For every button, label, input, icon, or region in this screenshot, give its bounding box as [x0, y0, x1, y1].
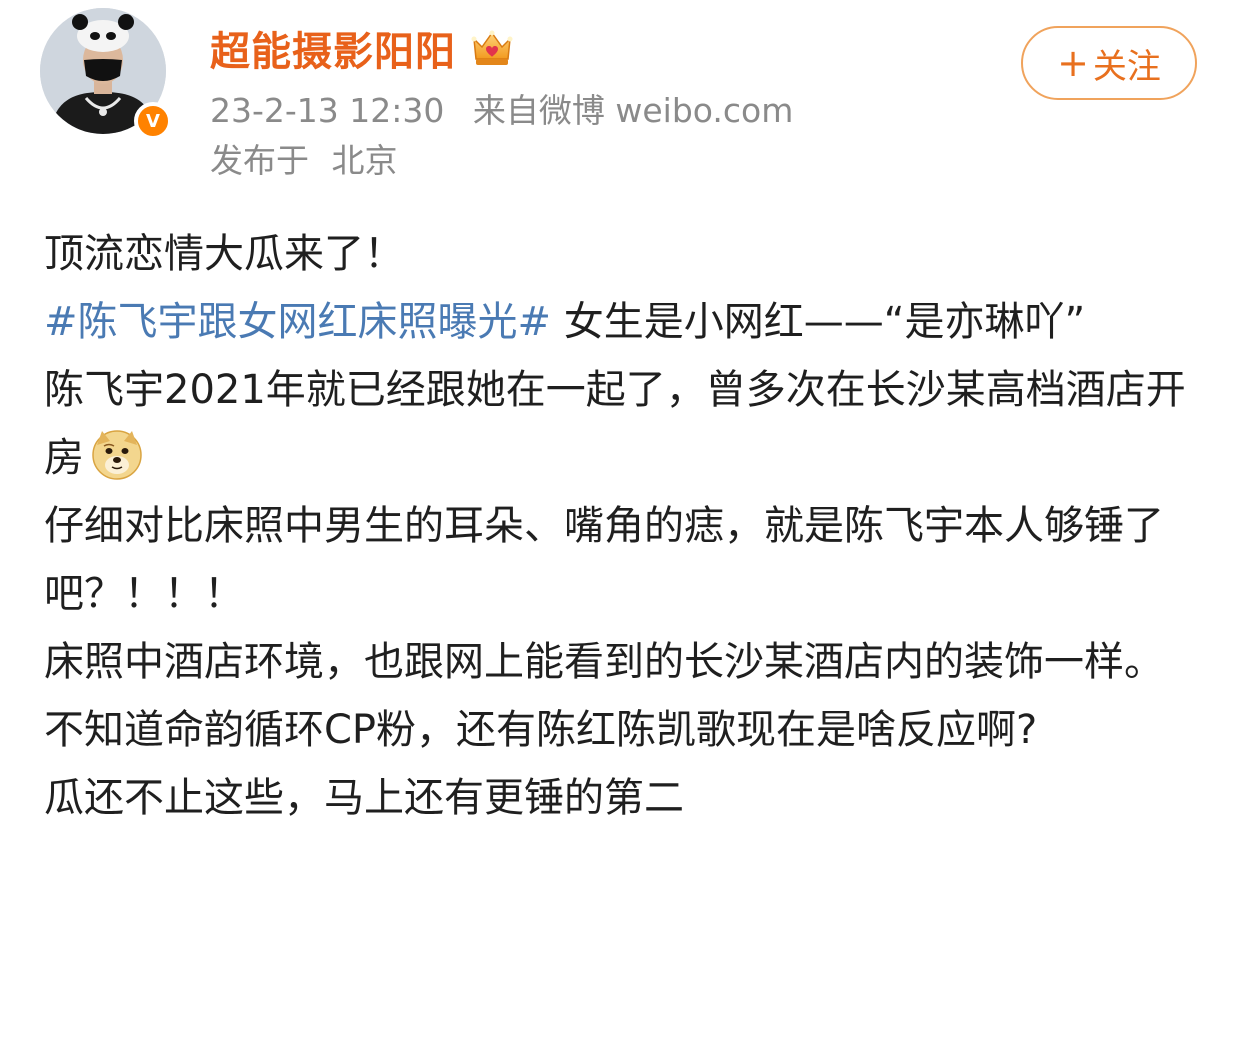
post-meta: 23-2-13 12:30 来自微博 weibo.com	[210, 88, 793, 134]
content-line: 顶流恋情大瓜来了！	[44, 220, 1204, 288]
follow-button[interactable]: + 关注	[1021, 26, 1197, 100]
follow-button-label: 关注	[1092, 46, 1161, 87]
post-source: 来自微博 weibo.com	[472, 91, 794, 130]
verified-badge-icon: V	[134, 102, 172, 140]
text-fade-overlay	[820, 968, 1240, 1050]
content-line: #陈飞宇跟女网红床照曝光# 女生是小网红——“是亦琳吖”	[44, 288, 1204, 356]
content-line: 床照中酒店环境，也跟网上能看到的长沙某酒店内的装饰一样。	[44, 628, 1204, 696]
location-name: 北京	[331, 141, 398, 180]
post-time[interactable]: 23-2-13 12:30	[210, 91, 444, 130]
author-name[interactable]: 超能摄影阳阳	[210, 19, 456, 77]
author-avatar-container[interactable]: V	[40, 8, 172, 140]
post-header: V 超能摄影阳阳 23-2-13 12:30 来自微博 weibo.com 发布…	[0, 0, 1242, 200]
post-content: 顶流恋情大瓜来了！ #陈飞宇跟女网红床照曝光# 女生是小网红——“是亦琳吖” 陈…	[44, 220, 1204, 832]
crown-badge-icon[interactable]	[468, 25, 516, 71]
content-text: 不知道命韵循环CP粉，还有陈红陈凯歌现在是啥反应啊?	[44, 707, 1038, 753]
location-prefix: 发布于	[210, 141, 309, 180]
content-text: 床照中酒店环境，也跟网上能看到的长沙某酒店内的装饰一样。	[44, 639, 1164, 685]
plus-icon: +	[1057, 41, 1089, 85]
content-text: 女生是小网红——“是亦琳吖”	[551, 299, 1086, 345]
content-text: 瓜还不止这些，马上还有更锤的第二	[44, 775, 684, 821]
content-line: 陈飞宇2021年就已经跟她在一起了，曾多次在长沙某高档酒店开房	[44, 356, 1204, 492]
post-location: 发布于 北京	[210, 138, 398, 184]
content-text: 仔细对比床照中男生的耳朵、嘴角的痣，就是陈飞宇本人够锤了吧？！！！	[44, 503, 1164, 617]
doge-emoji-icon	[92, 430, 142, 480]
hashtag-link[interactable]: #陈飞宇跟女网红床照曝光#	[44, 299, 551, 345]
content-line: 不知道命韵循环CP粉，还有陈红陈凯歌现在是啥反应啊?	[44, 696, 1204, 764]
content-text: 顶流恋情大瓜来了！	[44, 231, 404, 277]
content-text: 陈飞宇2021年就已经跟她在一起了，曾多次在长沙某高档酒店开房	[44, 367, 1186, 481]
content-line: 仔细对比床照中男生的耳朵、嘴角的痣，就是陈飞宇本人够锤了吧？！！！	[44, 492, 1204, 628]
author-name-row: 超能摄影阳阳	[210, 19, 516, 77]
content-line: 瓜还不止这些，马上还有更锤的第二	[44, 764, 1204, 832]
